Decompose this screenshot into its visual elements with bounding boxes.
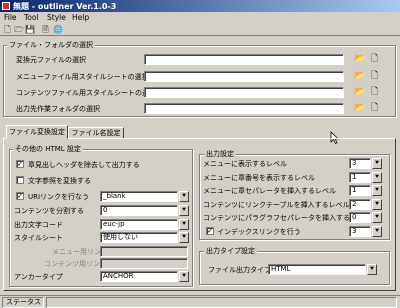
char-ref-label: 文字参照を変換する xyxy=(28,177,91,185)
encoding-dropdown-icon[interactable]: ⯆ xyxy=(179,219,189,230)
stylesheet-field[interactable]: 使用しない xyxy=(100,232,178,243)
output-folder-label: 出力先作業フォルダの選択 xyxy=(16,105,100,113)
content-css-label: コンテンツファイル用スタイルシートの選択 xyxy=(16,89,156,97)
status-label: ステータス xyxy=(2,297,44,308)
content-css-field[interactable] xyxy=(144,87,344,98)
paragraph-separator-level-field[interactable]: 0 xyxy=(349,212,371,223)
menu-level-label: メニューに表示するレベル xyxy=(203,160,287,168)
menu-file[interactable]: File xyxy=(4,13,17,22)
menu-level-field[interactable]: 3 xyxy=(349,158,371,169)
menu-css-field[interactable] xyxy=(144,71,344,82)
status-message xyxy=(46,297,397,308)
output-type-title: 出力タイプ設定 xyxy=(204,246,257,256)
title-bar: 無題 - outliner Ver.1.0-3 xyxy=(0,0,400,12)
menu-css-label: メニューファイル用スタイルシートの選択 xyxy=(16,73,149,81)
clear-file-icon[interactable]: 🗋 xyxy=(369,87,380,98)
file-output-type-dropdown-icon[interactable]: ⯆ xyxy=(367,264,377,275)
char-ref-checkbox[interactable] xyxy=(16,176,24,184)
index-link-checkbox[interactable]: ✓ xyxy=(206,227,214,235)
chapter-number-level-field[interactable]: 1 xyxy=(349,172,371,183)
source-file-label: 変換元ファイルの選択 xyxy=(16,56,86,64)
menu-level-dropdown-icon[interactable]: ⯆ xyxy=(372,158,382,169)
toolbar: 🗋 🗁 💾 🗎 🌐 xyxy=(0,23,400,36)
strip-header-checkbox[interactable]: ✓ xyxy=(16,160,24,168)
split-field[interactable]: 0 xyxy=(100,205,178,216)
paragraph-separator-level-label: コンテンツにパラグラフセパレータを挿入するレベル xyxy=(203,214,371,222)
split-label: コンテンツを分割する xyxy=(14,207,84,215)
stylesheet-dropdown-icon[interactable]: ⯆ xyxy=(179,232,189,243)
clear-file-icon[interactable]: 🗋 xyxy=(369,71,380,82)
index-link-label: インデックスリンクを行う xyxy=(217,228,301,236)
menu-tool[interactable]: Tool xyxy=(24,13,39,22)
link-table-level-field[interactable]: 2 xyxy=(349,199,371,210)
link-table-level-dropdown-icon[interactable]: ⯆ xyxy=(372,199,382,210)
browse-folder-icon[interactable]: 📂 xyxy=(354,54,365,65)
output-folder-field[interactable] xyxy=(144,103,344,114)
browse-folder-icon[interactable]: 📂 xyxy=(354,87,365,98)
menu-style[interactable]: Style xyxy=(47,13,66,22)
anchor-type-field[interactable]: ANCHOR xyxy=(100,271,178,282)
encoding-field[interactable]: euc-jp xyxy=(100,219,178,230)
clear-file-icon[interactable]: 🗋 xyxy=(369,103,380,114)
window-title: 無題 - outliner Ver.1.0-3 xyxy=(13,2,117,11)
link-table-level-label: コンテンツにリンクテーブルを挿入するレベル xyxy=(203,201,350,209)
content-link-label: コンテンツ用リンク xyxy=(44,260,107,268)
menu-link-field xyxy=(100,246,188,257)
browse-folder-icon[interactable]: 📂 xyxy=(354,71,365,82)
chapter-separator-level-field[interactable]: 1 xyxy=(349,185,371,196)
chapter-number-level-label: メニューに章番号を表示するレベル xyxy=(203,174,315,182)
encoding-label: 出力文字コード xyxy=(14,221,63,229)
menu-bar: File Tool Style Help xyxy=(0,12,400,23)
tab-file-conversion[interactable]: ファイル変換設定 xyxy=(6,125,68,139)
chapter-separator-level-dropdown-icon[interactable]: ⯆ xyxy=(372,185,382,196)
index-link-field[interactable]: 3 xyxy=(349,226,371,237)
stylesheet-label: スタイルシート xyxy=(14,234,63,242)
chapter-number-level-dropdown-icon[interactable]: ⯆ xyxy=(372,172,382,183)
output-settings-title: 出力設定 xyxy=(204,149,236,159)
app-icon xyxy=(2,2,10,10)
status-bar: ステータス xyxy=(0,295,400,308)
index-link-dropdown-icon[interactable]: ⯆ xyxy=(372,226,382,237)
open-file-icon[interactable]: 🗁 xyxy=(14,25,24,34)
export-icon[interactable]: 🗎 xyxy=(41,25,50,34)
source-file-field[interactable] xyxy=(144,54,344,65)
browse-folder-icon[interactable]: 📂 xyxy=(354,103,365,114)
file-output-type-field[interactable]: HTML xyxy=(268,264,366,275)
paragraph-separator-level-dropdown-icon[interactable]: ⯆ xyxy=(372,212,382,223)
anchor-type-label: アンカータイプ xyxy=(14,273,63,281)
chapter-separator-level-label: メニューに章セパレータを挿入するレベル xyxy=(203,187,336,195)
save-file-icon[interactable]: 💾 xyxy=(25,25,35,34)
menu-help[interactable]: Help xyxy=(72,13,89,22)
uri-link-label: URIリンクを行なう xyxy=(28,193,90,201)
uri-link-dropdown-icon[interactable]: ⯆ xyxy=(179,191,189,202)
clear-file-icon[interactable]: 🗋 xyxy=(369,54,380,65)
split-dropdown-icon[interactable]: ⯆ xyxy=(179,205,189,216)
file-output-type-label: ファイル出力タイプ xyxy=(208,266,271,274)
uri-link-checkbox[interactable]: ✓ xyxy=(16,192,24,200)
web-icon[interactable]: 🌐 xyxy=(53,25,63,34)
strip-header-label: 章見出しヘッダを除去して出力する xyxy=(28,161,140,169)
anchor-type-dropdown-icon[interactable]: ⯆ xyxy=(179,271,189,282)
uri-link-target-field[interactable]: _blank xyxy=(100,191,178,202)
new-file-icon[interactable]: 🗋 xyxy=(3,25,12,34)
html-settings-title: その他の HTML 設定 xyxy=(13,144,83,154)
content-link-field xyxy=(100,258,188,269)
file-folder-group-title: ファイル・フォルダの選択 xyxy=(7,40,95,50)
